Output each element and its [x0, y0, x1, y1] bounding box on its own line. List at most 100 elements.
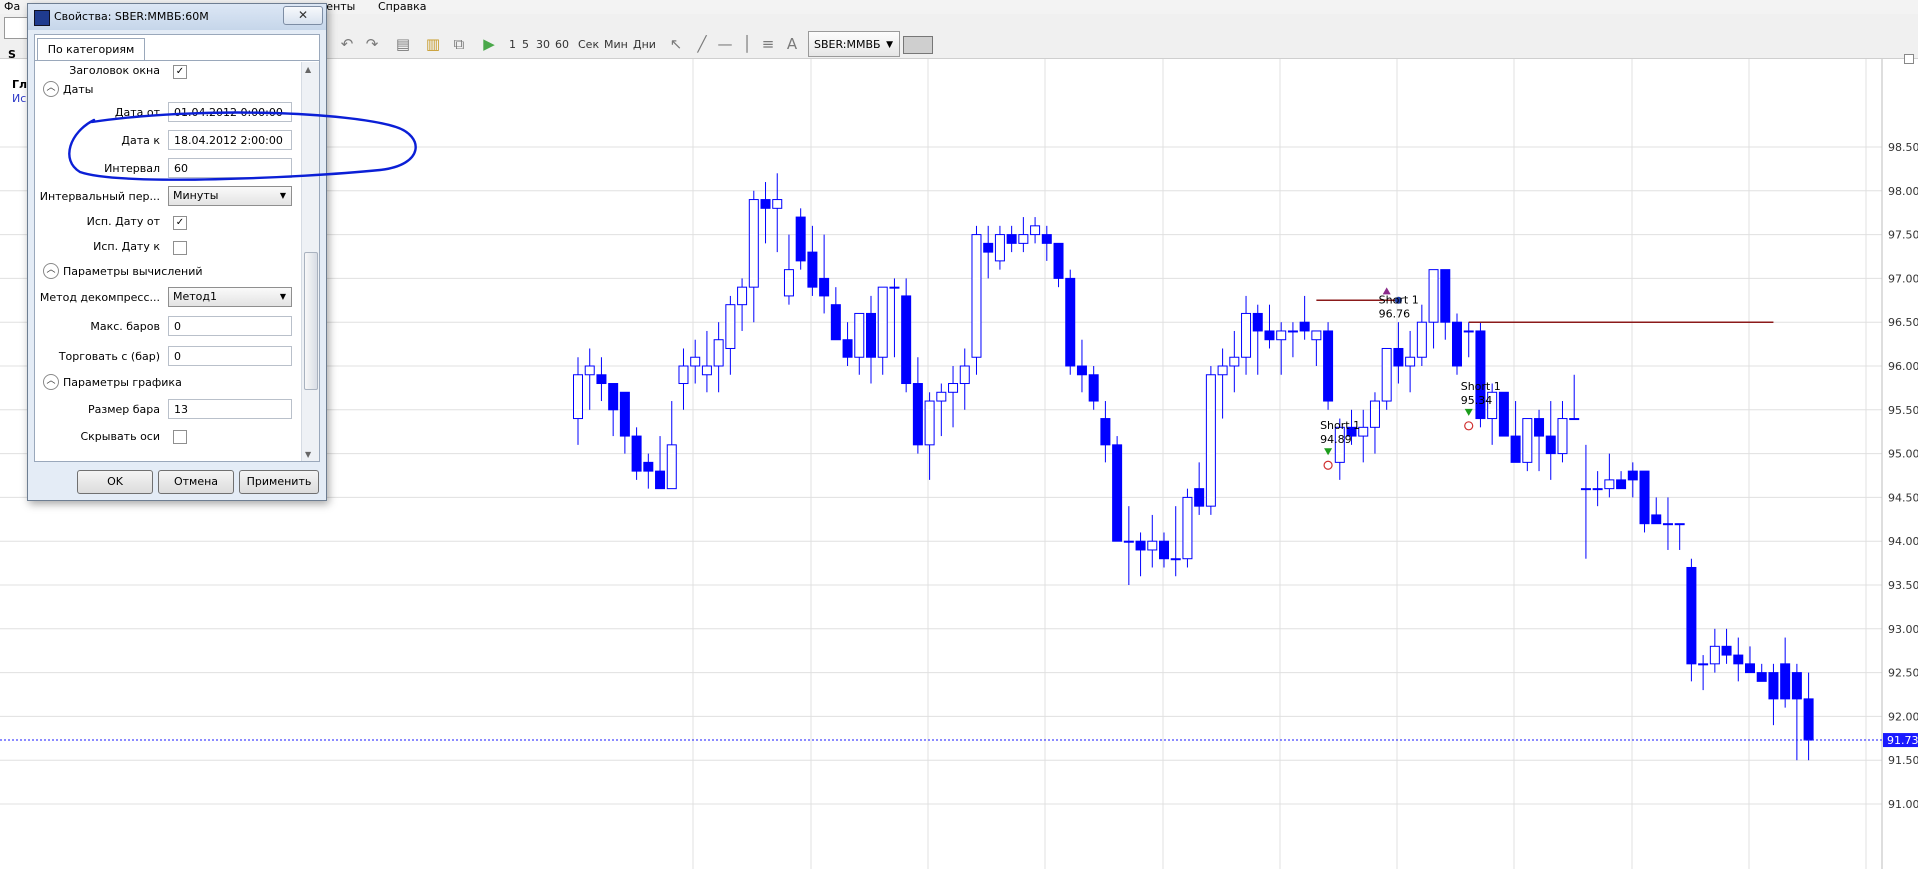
collapse-graph-icon[interactable]: ︿ [43, 374, 59, 390]
interval-5-button[interactable]: 5 [522, 33, 529, 57]
unit-days-button[interactable]: Дни [633, 33, 656, 57]
document-icon[interactable]: ▤ [393, 34, 413, 54]
candle-body [772, 199, 783, 209]
candle-body [1428, 269, 1439, 323]
candle-body [1768, 672, 1779, 700]
candle-body [889, 286, 900, 289]
candle-body [1604, 479, 1615, 490]
candle-body [1510, 435, 1521, 463]
last-price-label: 91.73 [1887, 734, 1918, 747]
horizontal-line-icon[interactable]: — [715, 34, 735, 54]
candle-body [912, 383, 923, 446]
left-panel-link[interactable]: Ис [12, 92, 26, 105]
collapse-dates-icon[interactable]: ︿ [43, 81, 59, 97]
candle-body [1756, 672, 1767, 682]
candle-body [713, 339, 724, 367]
y-tick-label: 95.50 [1888, 404, 1918, 417]
candle-body [1311, 330, 1322, 341]
candle-body [983, 242, 994, 253]
date-from-field[interactable]: 01.04.2012 0:00:00 [168, 102, 292, 122]
chart-app-icon [34, 10, 50, 26]
candle-body [924, 400, 935, 446]
interval-60-button[interactable]: 60 [555, 33, 569, 57]
candle-body [655, 470, 666, 490]
close-button[interactable]: ✕ [283, 6, 323, 25]
unit-seconds-button[interactable]: Сек [578, 33, 599, 57]
signal-label: Short 1 [1379, 293, 1419, 306]
candle-body [1557, 418, 1568, 455]
candle-body [1147, 540, 1158, 551]
scroll-up-icon[interactable]: ▲ [305, 65, 311, 74]
candle-body [1182, 496, 1193, 560]
collapse-calc-icon[interactable]: ︿ [43, 263, 59, 279]
dialog-titlebar[interactable]: Свойства: SBER:MMBБ:60M ✕ [28, 4, 326, 30]
symbol-select[interactable]: SBER:MMBБ ▼ [808, 31, 900, 57]
tab-by-category[interactable]: По категориям [37, 38, 145, 61]
candle-body [1569, 418, 1580, 421]
menu-file[interactable]: Фа [4, 0, 20, 14]
property-scrollbar[interactable]: ▲ ▼ [301, 62, 319, 461]
candle-body [1123, 540, 1134, 543]
candle-body [690, 356, 701, 367]
interval-30-button[interactable]: 30 [536, 33, 550, 57]
candle-body [1791, 672, 1802, 700]
use-date-to-checkbox[interactable] [173, 241, 187, 255]
interval-1-button[interactable]: 1 [509, 33, 516, 57]
close-icon: ✕ [297, 8, 309, 22]
trade-from-label: Торговать с (бар) [58, 350, 160, 363]
window-header-checkbox[interactable]: ✓ [173, 65, 187, 79]
undo-icon[interactable]: ↶ [337, 34, 357, 54]
max-bars-field[interactable]: 0 [168, 316, 292, 336]
menu-help[interactable]: Справка [378, 0, 426, 14]
y-tick-label: 96.00 [1888, 360, 1918, 373]
candle-body [877, 286, 888, 358]
sell-arrow-icon [1464, 408, 1473, 416]
candle-body [1229, 356, 1240, 367]
dates-category: Даты [63, 83, 94, 96]
decompress-select[interactable]: Метод1 ▼ [168, 287, 292, 307]
scroll-down-icon[interactable]: ▼ [305, 450, 311, 459]
color-swatch[interactable] [903, 36, 933, 54]
trade-from-field[interactable]: 0 [168, 346, 292, 366]
date-from-label: Дата от [114, 106, 160, 119]
text-tool-icon[interactable]: A [782, 34, 802, 54]
candle-body [1276, 330, 1287, 341]
unit-minutes-button[interactable]: Мин [604, 33, 628, 57]
hide-axes-checkbox[interactable] [173, 430, 187, 444]
interval-field[interactable]: 60 [168, 158, 292, 178]
cursor-icon[interactable]: ↖ [666, 34, 686, 54]
candle-body [1733, 654, 1744, 665]
candle-body [1498, 391, 1509, 437]
signal-price: 94.89 [1320, 433, 1352, 446]
fibonacci-icon[interactable]: ≡ [758, 34, 778, 54]
play-icon[interactable]: ▶ [479, 34, 499, 54]
y-tick-label: 91.50 [1888, 754, 1918, 767]
vertical-line-icon[interactable]: │ [737, 34, 757, 54]
use-date-from-checkbox[interactable]: ✓ [173, 216, 187, 230]
candle-body [1522, 418, 1533, 463]
candle-body [631, 435, 642, 472]
candle-body [854, 312, 865, 358]
bar-size-field[interactable]: 13 [168, 399, 292, 419]
redo-icon[interactable]: ↷ [362, 34, 382, 54]
candle-body [1545, 435, 1556, 455]
bar-chart-icon[interactable]: ▥ [423, 34, 443, 54]
cancel-button[interactable]: Отмена [158, 470, 234, 494]
dialog-title: Свойства: SBER:MMBБ:60M [54, 10, 209, 23]
scrollbar-thumb[interactable] [304, 252, 318, 390]
line-tool-icon[interactable]: ╱ [692, 34, 712, 54]
date-to-field[interactable]: 18.04.2012 2:00:00 [168, 130, 292, 150]
sell-arrow-icon [1324, 448, 1333, 456]
y-tick-label: 94.50 [1888, 491, 1918, 504]
property-grid: Заголовок окна ✓ ︿ Даты Дата от 01.04.20… [35, 62, 319, 461]
y-tick-label: 92.00 [1888, 710, 1918, 723]
interval-period-select[interactable]: Минуты ▼ [168, 186, 292, 206]
candle-body [795, 216, 806, 262]
candle-body [783, 269, 794, 297]
candle-body [1405, 356, 1416, 367]
ok-button[interactable]: OK [77, 470, 153, 494]
candle-body [1205, 374, 1216, 507]
strategy-icon[interactable]: ⧉ [449, 34, 469, 54]
apply-button[interactable]: Применить [239, 470, 319, 494]
y-tick-label: 93.50 [1888, 579, 1918, 592]
